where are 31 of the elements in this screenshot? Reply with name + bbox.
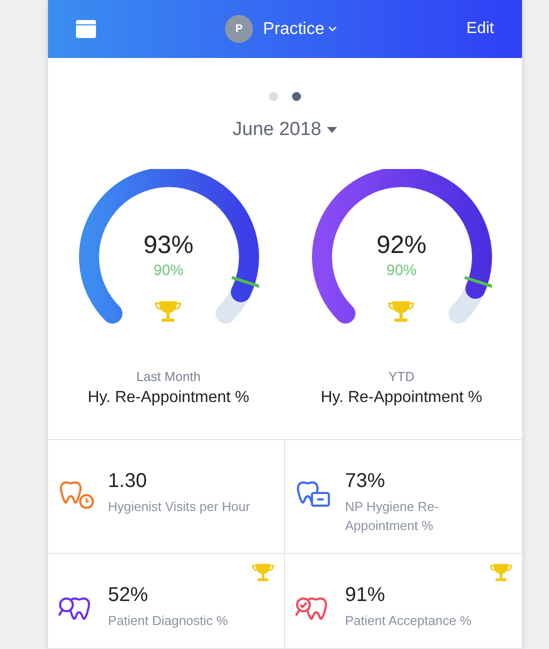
metric-tile[interactable]: 1.30 Hygienist Visits per Hour xyxy=(48,440,285,554)
gauge-label: Hy. Re-Appointment % xyxy=(88,389,250,407)
gauge-caption: Last Month xyxy=(136,369,201,384)
target-marker xyxy=(464,276,492,288)
edit-button[interactable]: Edit xyxy=(466,20,494,38)
metric-label: Hygienist Visits per Hour xyxy=(108,498,250,516)
metric-value: 91% xyxy=(345,584,386,607)
metric-tile[interactable]: 52% Patient Diagnostic % xyxy=(48,554,285,649)
caret-icon xyxy=(327,127,338,133)
metric-value: 52% xyxy=(108,584,150,607)
practice-dropdown[interactable]: Practice xyxy=(263,19,338,39)
metric-label: NP Hygiene Re-Appointment % xyxy=(345,498,440,535)
avatar: P xyxy=(225,15,253,43)
gauge-target: 90% xyxy=(153,262,184,279)
page-dot[interactable] xyxy=(269,92,278,101)
metric-value: 1.30 xyxy=(108,470,148,493)
gauge-label: Hy. Re-Appointment % xyxy=(320,389,482,407)
chevron-icon xyxy=(328,26,338,32)
target-marker xyxy=(230,276,258,288)
metric-label: Patient Acceptance % xyxy=(345,612,472,630)
metric-tile[interactable]: 73% NP Hygiene Re-Appointment % xyxy=(285,440,522,554)
gauge-target: 90% xyxy=(386,262,417,279)
period-dropdown[interactable]: June 2018 xyxy=(226,118,344,142)
metric-tile[interactable]: 91% Patient Acceptance % xyxy=(285,554,522,649)
calendar-icon[interactable] xyxy=(76,20,96,38)
gauge-caption: YTD xyxy=(388,369,414,384)
page-dot[interactable] xyxy=(292,92,301,101)
metric-value: 73% xyxy=(345,470,386,493)
gauge-value: 93% xyxy=(143,231,194,260)
gauge-value: 92% xyxy=(376,231,427,260)
metric-label: Patient Diagnostic % xyxy=(108,612,228,630)
